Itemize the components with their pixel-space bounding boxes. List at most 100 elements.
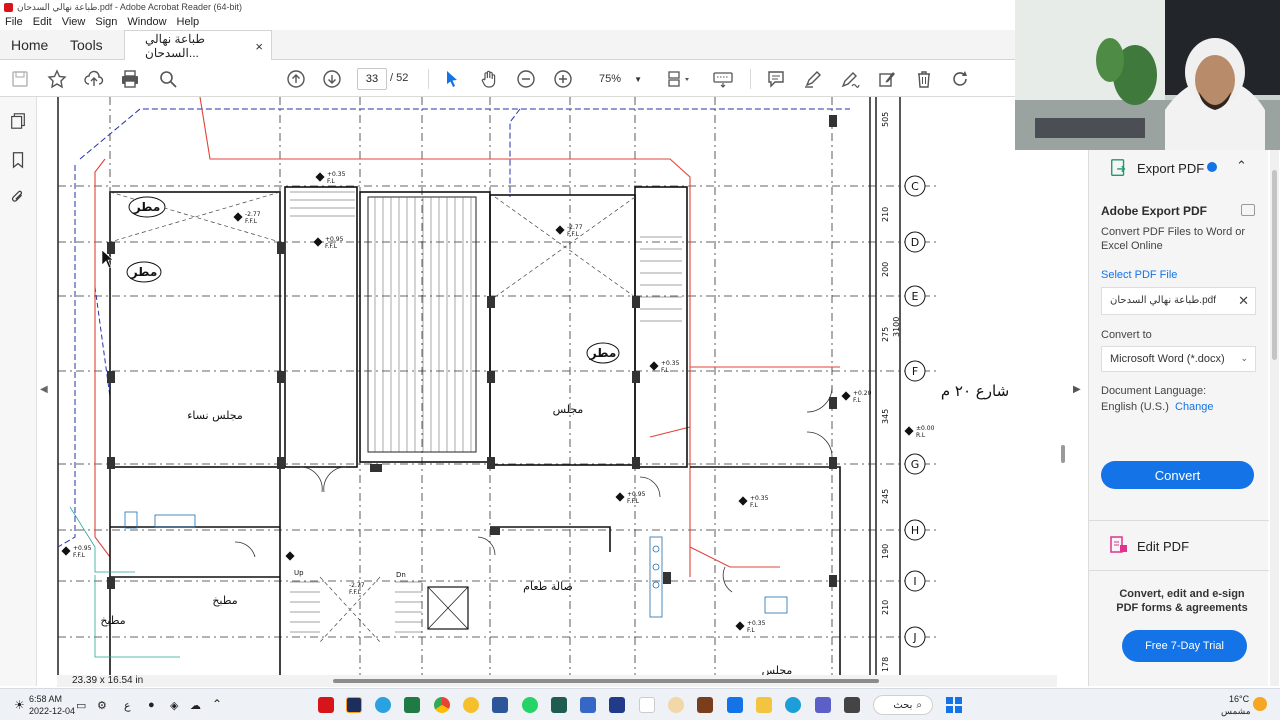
taskbar-date[interactable]: 2022-12-04 [29,706,75,716]
menu-view[interactable]: View [62,16,86,28]
tab-home[interactable]: Home [11,30,48,60]
app-square-icon[interactable] [551,697,567,713]
vertical-scrollbar[interactable] [1061,445,1065,463]
convert-button[interactable]: Convert [1101,461,1254,489]
grid-axis-label: D [911,236,919,249]
tab-document-label: طباعة نهالي السدحان... [145,32,205,60]
room-label: مجلس [762,664,793,675]
input-language[interactable]: ع [124,699,131,712]
menu-edit[interactable]: Edit [33,16,52,28]
comment-icon[interactable] [765,68,787,90]
level-value: +0.95 [325,236,344,243]
zoom-dropdown[interactable]: 75% ▼ [590,68,646,90]
select-pointer-icon[interactable] [441,68,463,90]
page-thumbnails-icon[interactable] [8,111,28,131]
bookmark-icon[interactable] [8,150,28,170]
export-heading: Adobe Export PDF [1101,204,1208,218]
print-icon[interactable] [119,68,141,90]
clear-file-icon[interactable]: ✕ [1238,293,1249,309]
edit-pdf-tool[interactable]: Edit PDF [1137,539,1189,554]
tab-document[interactable]: طباعة نهالي السدحان... × [124,30,272,61]
floor-plan-drawing: مجلس نساء مجلس صالة طعام مطبخ مطبخ مجلس … [57,97,1009,675]
cloud-icon[interactable]: ☁ [190,699,201,712]
word-icon[interactable] [492,697,508,713]
mail-icon[interactable] [727,697,743,713]
start-menu-icon[interactable] [946,697,962,713]
select-pdf-link[interactable]: Select PDF File [1101,269,1177,281]
page-up-icon[interactable] [285,68,307,90]
page-down-icon[interactable] [321,68,343,90]
weather-widget-icon[interactable]: ☀ [14,698,25,712]
attachment-icon[interactable] [8,187,28,207]
collapse-right-icon[interactable]: ▶ [1073,384,1083,400]
level-value: -2.77 [567,224,583,231]
teams-icon[interactable] [815,697,831,713]
grid-axis-label: I [913,575,916,588]
star-icon[interactable] [46,68,68,90]
info-badge-icon [1207,162,1217,172]
rain-label: مطر [589,346,617,360]
telegram-icon[interactable] [375,697,391,713]
document-viewport[interactable]: مجلس نساء مجلس صالة طعام مطبخ مطبخ مجلس … [50,97,1055,675]
app-blue-icon[interactable] [580,697,596,713]
delete-icon[interactable] [913,68,935,90]
export-pdf-title[interactable]: Export PDF [1137,161,1204,176]
chevron-up-icon[interactable]: ⌃ [1236,158,1247,174]
weather-desc[interactable]: مشمس [1221,706,1251,717]
selected-file-field[interactable]: طباعة نهالي السدحان.pdf ✕ [1101,287,1256,315]
excel-icon[interactable] [404,697,420,713]
language-label: Document Language: [1101,385,1207,397]
edge-icon[interactable] [785,697,801,713]
weather-temp[interactable]: 16°C [1229,694,1249,704]
format-select[interactable]: Microsoft Word (*.docx) ⌄ [1101,346,1256,372]
level-tag: F.L [661,367,669,374]
edit-pdf-icon[interactable] [876,68,898,90]
page-display-icon[interactable] [664,68,694,90]
app-circle-icon[interactable] [463,697,479,713]
hand-tool-icon[interactable] [478,68,500,90]
change-language-link[interactable]: Change [1175,401,1214,413]
horizontal-scrollbar[interactable] [333,679,879,683]
rotate-icon[interactable] [949,68,971,90]
highlight-pen-icon[interactable] [802,68,824,90]
microphone-icon[interactable]: ● [148,699,155,711]
menu-sign[interactable]: Sign [95,16,117,28]
chat-icon[interactable]: ▭ [76,699,86,712]
taskbar-search[interactable]: بحث ⌕ [873,695,933,715]
taskbar-time[interactable]: 6:58 AM [29,694,62,704]
keyboard-icon[interactable] [711,68,735,90]
save-icon[interactable] [9,68,31,90]
app-taskbar-icon[interactable] [346,697,362,713]
show-hidden-icon[interactable]: ⌃ [212,697,222,711]
level-value: -2.77 [245,211,261,218]
app-beige-icon[interactable] [668,697,684,713]
zoom-out-icon[interactable] [515,68,537,90]
chrome-icon[interactable] [434,697,450,713]
acrobat-taskbar-icon[interactable] [318,697,334,713]
menu-file[interactable]: File [5,16,23,28]
tab-tools[interactable]: Tools [70,30,103,60]
fill-sign-icon[interactable] [839,68,861,90]
level-value: +0.20 [853,390,872,397]
settings-icon[interactable]: ⚙ [97,699,107,712]
free-trial-button[interactable]: Free 7-Day Trial [1122,630,1247,662]
app-white-icon[interactable] [639,697,655,713]
file-explorer-icon[interactable] [756,697,772,713]
menu-help[interactable]: Help [177,16,200,28]
grid-axis-label: J [912,631,916,644]
app-dark-blue-icon[interactable] [609,697,625,713]
whatsapp-icon[interactable] [522,697,538,713]
network-icon[interactable]: ◈ [170,699,178,712]
level-tag: F.F.L [245,218,258,225]
zoom-in-icon[interactable] [552,68,574,90]
right-pane-scrollbar[interactable] [1270,150,1279,686]
page-number-input[interactable]: 33 [357,68,387,90]
app-gray-icon[interactable] [844,697,860,713]
search-icon[interactable] [157,68,179,90]
cloud-upload-icon[interactable] [83,68,105,90]
menu-window[interactable]: Window [127,16,166,28]
collapse-left-icon[interactable]: ◀ [40,384,50,400]
dimension-label: 190 [881,544,890,559]
app-brown-icon[interactable] [697,697,713,713]
tab-close-icon[interactable]: × [255,39,263,54]
